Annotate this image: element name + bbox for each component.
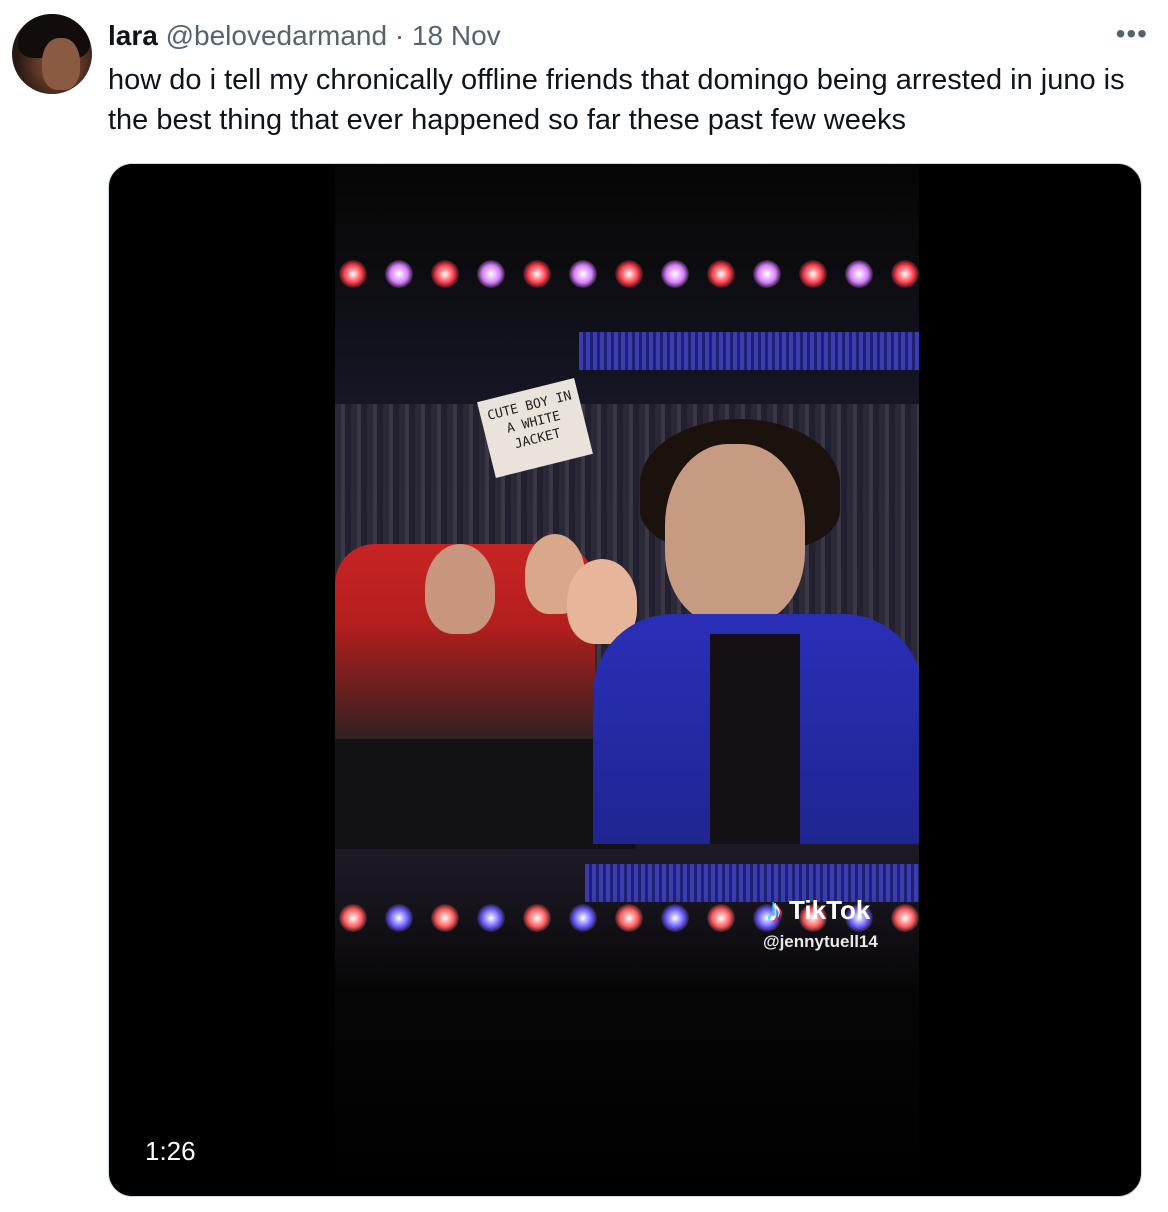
- led-bulb: [891, 260, 919, 288]
- led-bulb: [661, 260, 689, 288]
- author-avatar[interactable]: [12, 14, 92, 94]
- header-separator: ·: [394, 20, 405, 51]
- led-bulb: [431, 904, 459, 932]
- led-bulb: [891, 904, 919, 932]
- tiktok-note-icon: ♪: [767, 892, 783, 928]
- performer-head: [665, 444, 805, 624]
- led-bulb: [477, 904, 505, 932]
- led-bulb: [707, 904, 735, 932]
- led-bulb: [569, 260, 597, 288]
- tiktok-handle: @jennytuell14: [763, 932, 878, 951]
- led-bulb: [615, 904, 643, 932]
- video-duration: 1:26: [145, 1136, 196, 1166]
- led-bulb: [385, 904, 413, 932]
- avatar-face: [42, 38, 80, 90]
- stage-screen-top: [579, 332, 919, 370]
- author-name[interactable]: lara: [108, 20, 158, 51]
- led-bulb: [385, 260, 413, 288]
- more-horizontal-icon[interactable]: •••: [1116, 20, 1148, 48]
- led-bulb: [523, 904, 551, 932]
- led-bulb: [707, 260, 735, 288]
- led-bulb: [569, 904, 597, 932]
- tweet-date[interactable]: 18 Nov: [412, 20, 501, 51]
- video-player[interactable]: CUTE BOY IN A WHITE JACKET ♪ TikTok @jen…: [108, 163, 1142, 1197]
- led-bulb: [661, 904, 689, 932]
- author-handle[interactable]: @belovedarmand: [166, 20, 387, 51]
- led-bulb: [753, 260, 781, 288]
- led-bulb: [339, 260, 367, 288]
- led-bulb: [845, 260, 873, 288]
- barrier-railing: [335, 739, 635, 849]
- led-bulb: [799, 260, 827, 288]
- tiktok-brand: TikTok: [789, 895, 871, 925]
- tiktok-watermark: ♪ TikTok: [767, 892, 870, 929]
- led-bulb: [477, 260, 505, 288]
- led-bulb: [523, 260, 551, 288]
- led-bulb: [615, 260, 643, 288]
- tweet-header: lara @belovedarmand · 18 Nov: [108, 18, 501, 54]
- tweet-text: how do i tell my chronically offline fri…: [108, 64, 1125, 136]
- led-bulb: [431, 260, 459, 288]
- fan-face: [425, 544, 495, 634]
- performer-shirt: [710, 634, 800, 844]
- led-strip-top: [335, 260, 919, 300]
- video-frame[interactable]: CUTE BOY IN A WHITE JACKET ♪ TikTok @jen…: [335, 164, 919, 1196]
- led-bulb: [339, 904, 367, 932]
